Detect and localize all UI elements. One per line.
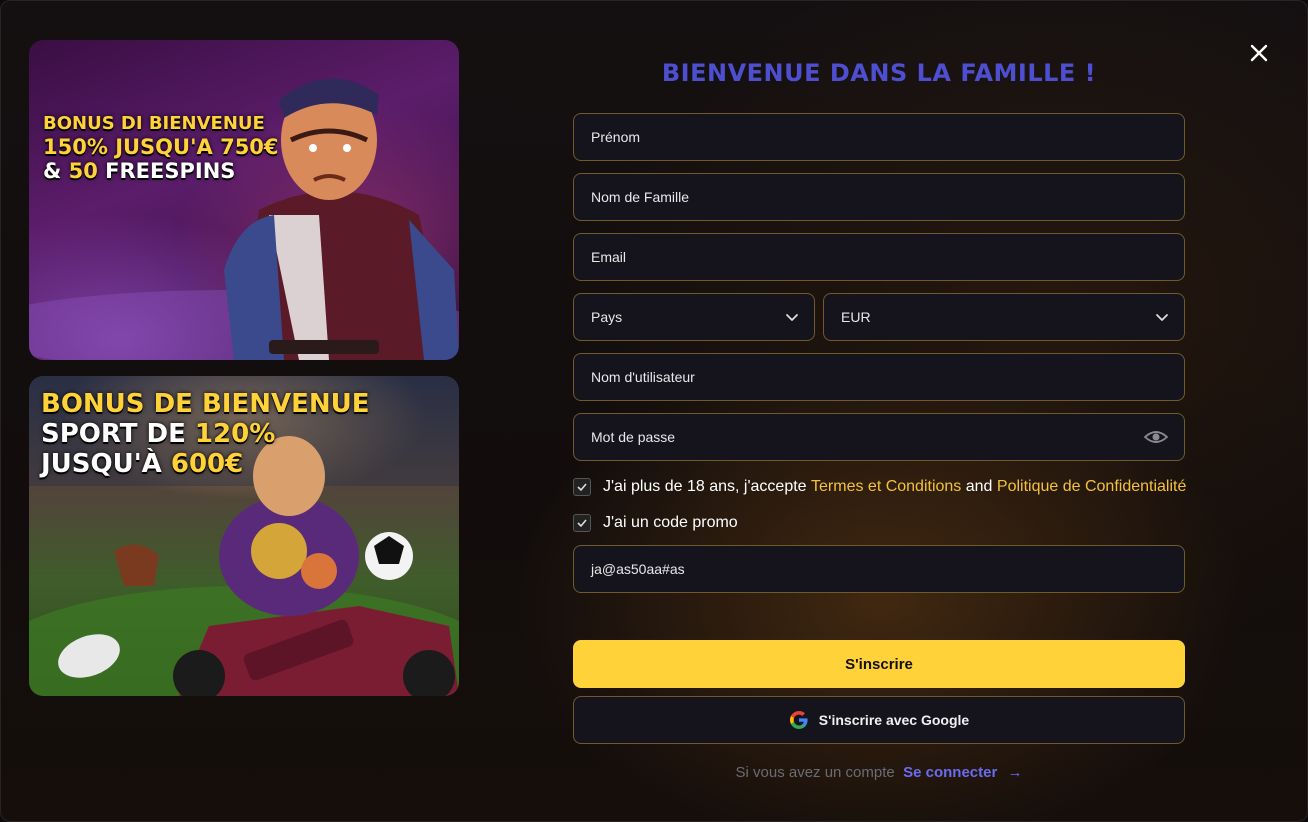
arrow-right-icon[interactable]: →: [1007, 764, 1022, 781]
casino-bonus-amount: 750€: [220, 134, 279, 159]
last-name-placeholder: Nom de Famille: [591, 189, 690, 205]
email-placeholder: Email: [591, 249, 627, 265]
password-placeholder: Mot de passe: [591, 429, 676, 445]
sport-bonus-percent: 120%: [194, 418, 276, 449]
casino-bonus-text: BONUS DI BIENVENUE 150% JUSQU'A 750€ & 5…: [43, 113, 279, 183]
signup-modal: BONUS DI BIENVENUE 150% JUSQU'A 750€ & 5…: [0, 0, 1308, 822]
casino-bonus-line2: 150% JUSQU'A 750€: [43, 135, 279, 159]
signup-button-label: S'inscrire: [845, 655, 913, 673]
login-link[interactable]: Se connecter: [903, 764, 997, 781]
chevron-down-icon: [786, 314, 798, 321]
casino-character-illustration: [29, 78, 459, 360]
casino-freespins-count: 50: [68, 158, 98, 183]
sport-bonus-line3: JUSQU'À 600€: [41, 448, 370, 480]
login-prompt-text: Si vous avez un compte: [735, 764, 899, 781]
close-icon[interactable]: [1245, 39, 1273, 67]
promo-code-value: ja@as50aa#as: [591, 561, 685, 577]
sport-bonus-line1: BONUS DE BIENVENUE: [41, 389, 370, 419]
terms-row: J'ai plus de 18 ans, j'accepte Termes et…: [573, 478, 1186, 496]
signup-button[interactable]: S'inscrire: [573, 640, 1185, 688]
sport-bonus-banner: BONUS DE BIENVENUE SPORT DE 120% JUSQU'À…: [29, 376, 459, 696]
promo-code-field[interactable]: ja@as50aa#as: [573, 545, 1185, 593]
email-field[interactable]: Email: [573, 233, 1185, 281]
check-icon: [577, 483, 587, 492]
casino-freespins-label: FREESPINS: [97, 158, 236, 183]
google-icon: [789, 711, 808, 729]
password-field[interactable]: Mot de passe: [573, 413, 1185, 461]
check-icon: [577, 519, 587, 528]
promo-row: J'ai un code promo: [573, 514, 738, 532]
promo-label: J'ai un code promo: [603, 514, 738, 531]
google-signup-button[interactable]: S'inscrire avec Google: [573, 696, 1185, 744]
username-field[interactable]: Nom d'utilisateur: [573, 353, 1185, 401]
currency-select[interactable]: EUR: [823, 293, 1185, 341]
first-name-field[interactable]: Prénom: [573, 113, 1185, 161]
currency-value: EUR: [841, 309, 871, 325]
login-prompt: Si vous avez un compte Se connecter →: [573, 764, 1185, 781]
terms-checkbox[interactable]: [573, 478, 591, 496]
privacy-link[interactable]: Politique de Confidentialité: [997, 478, 1186, 496]
first-name-placeholder: Prénom: [591, 129, 641, 145]
terms-and: and: [961, 478, 997, 495]
casino-bonus-banner: BONUS DI BIENVENUE 150% JUSQU'A 750€ & 5…: [29, 40, 459, 360]
sport-bonus-upto: JUSQU'À: [41, 448, 171, 479]
terms-link[interactable]: Termes et Conditions: [811, 478, 961, 496]
sport-bonus-prefix: SPORT DE: [41, 418, 195, 449]
google-button-label: S'inscrire avec Google: [818, 712, 970, 728]
casino-bonus-amp: &: [43, 158, 69, 183]
sport-bonus-text: BONUS DE BIENVENUE SPORT DE 120% JUSQU'À…: [41, 389, 370, 480]
chevron-down-icon: [1156, 314, 1168, 321]
username-placeholder: Nom d'utilisateur: [591, 369, 695, 385]
sport-bonus-line2: SPORT DE 120%: [41, 418, 370, 450]
promo-checkbox[interactable]: [573, 514, 591, 532]
sport-bonus-amount: 600€: [170, 448, 244, 479]
terms-prefix: J'ai plus de 18 ans, j'accepte: [603, 478, 812, 495]
last-name-field[interactable]: Nom de Famille: [573, 173, 1185, 221]
page-title: BIENVENUE DANS LA FAMILLE !: [661, 59, 1097, 87]
eye-icon[interactable]: [1144, 428, 1168, 446]
casino-bonus-percent: 150% JUSQU'A: [43, 134, 221, 159]
casino-bonus-line3: & 50 FREESPINS: [43, 159, 279, 183]
country-value: Pays: [591, 309, 623, 325]
country-select[interactable]: Pays: [573, 293, 815, 341]
casino-bonus-line1: BONUS DI BIENVENUE: [43, 113, 265, 134]
